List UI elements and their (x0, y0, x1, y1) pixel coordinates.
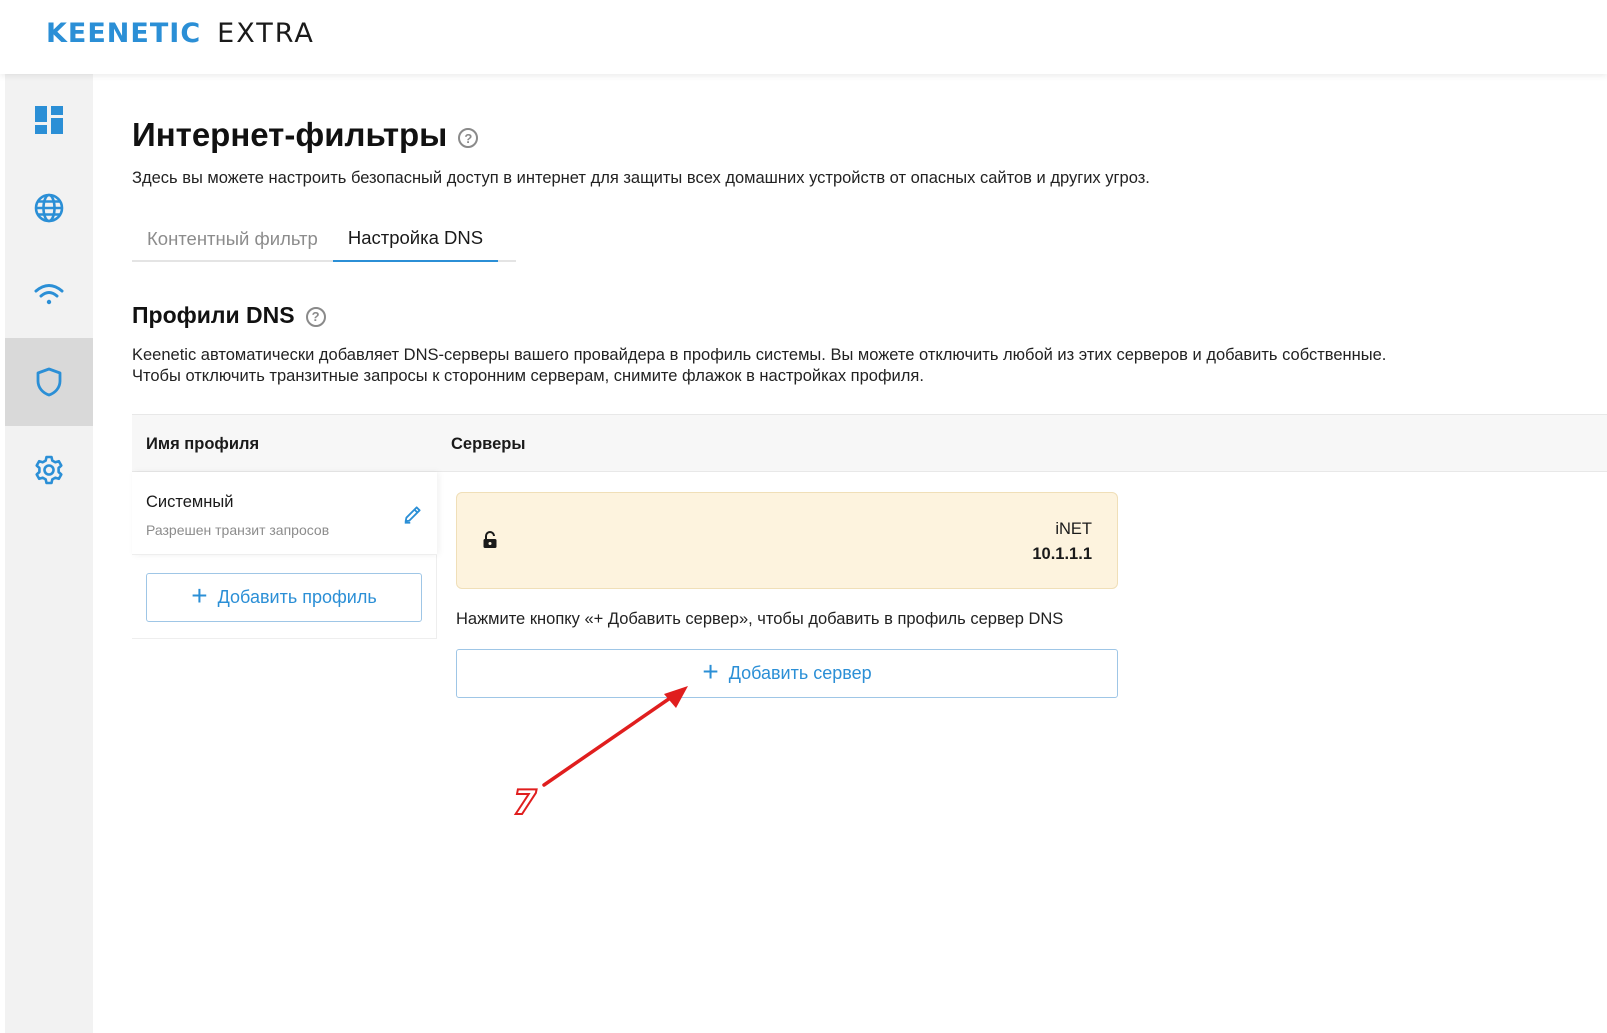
annotation-number: 7 (512, 782, 538, 824)
profile-row[interactable]: Системный Разрешен транзит запросов (132, 472, 437, 555)
help-icon[interactable]: ? (305, 306, 326, 327)
page-description: Здесь вы можете настроить безопасный дос… (132, 169, 1150, 187)
column-header-profile: Имя профиля (146, 435, 260, 453)
tab-bar: Контентный фильтр Настройка DNS (132, 216, 516, 262)
column-header-servers: Серверы (451, 435, 526, 453)
sidebar-item-settings[interactable] (5, 426, 93, 514)
tab-content-filter[interactable]: Контентный фильтр (132, 216, 333, 262)
sidebar-item-dashboard[interactable] (5, 76, 93, 164)
wifi-icon (34, 284, 64, 305)
add-profile-button[interactable]: + Добавить профиль (146, 573, 422, 622)
help-icon[interactable]: ? (458, 128, 479, 148)
add-server-label: Добавить сервер (728, 663, 872, 683)
dashboard-icon (35, 106, 63, 134)
section-description-line: Чтобы отключить транзитные запросы к сто… (132, 367, 924, 385)
section-title: Профили DNS (132, 302, 295, 328)
profile-name: Системный (146, 493, 234, 511)
sidebar-item-internet[interactable] (5, 164, 93, 252)
section-description: Keenetic автоматически добавляет DNS-сер… (132, 345, 1386, 387)
top-header: KEENETIC EXTRA (0, 0, 1607, 74)
profile-list: Системный Разрешен транзит запросов + До… (132, 472, 437, 639)
sidebar-item-wifi[interactable] (5, 251, 93, 339)
add-server-hint: Нажмите кнопку «+ Добавить сервер», чтоб… (456, 610, 1064, 628)
shield-icon (36, 367, 62, 397)
sidebar-item-security[interactable] (5, 338, 93, 426)
globe-icon (34, 193, 64, 223)
pencil-icon[interactable] (402, 503, 424, 525)
server-card[interactable]: iNET 10.1.1.1 (456, 492, 1118, 589)
server-name: iNET (1055, 520, 1092, 538)
table-header: Имя профиля Серверы (132, 414, 1607, 472)
tab-dns-settings[interactable]: Настройка DNS (332, 216, 499, 262)
page-title: Интернет-фильтры (132, 116, 448, 153)
add-profile-label: Добавить профиль (217, 587, 377, 607)
profile-subtitle: Разрешен транзит запросов (146, 522, 330, 538)
lock-open-icon (483, 531, 497, 548)
logo-model: EXTRA (217, 17, 315, 49)
sidebar (5, 74, 93, 1033)
plus-icon: + (191, 580, 208, 611)
server-ip: 10.1.1.1 (1032, 545, 1092, 563)
plus-icon: + (702, 656, 719, 687)
logo[interactable]: KEENETIC EXTRA (46, 17, 315, 49)
section-title-row: Профили DNS ? (132, 302, 326, 329)
gear-icon (35, 455, 63, 485)
section-description-line: Keenetic автоматически добавляет DNS-сер… (132, 346, 1387, 364)
logo-brand: KEENETIC (46, 17, 202, 49)
page-title-row: Интернет-фильтры ? (132, 116, 479, 154)
